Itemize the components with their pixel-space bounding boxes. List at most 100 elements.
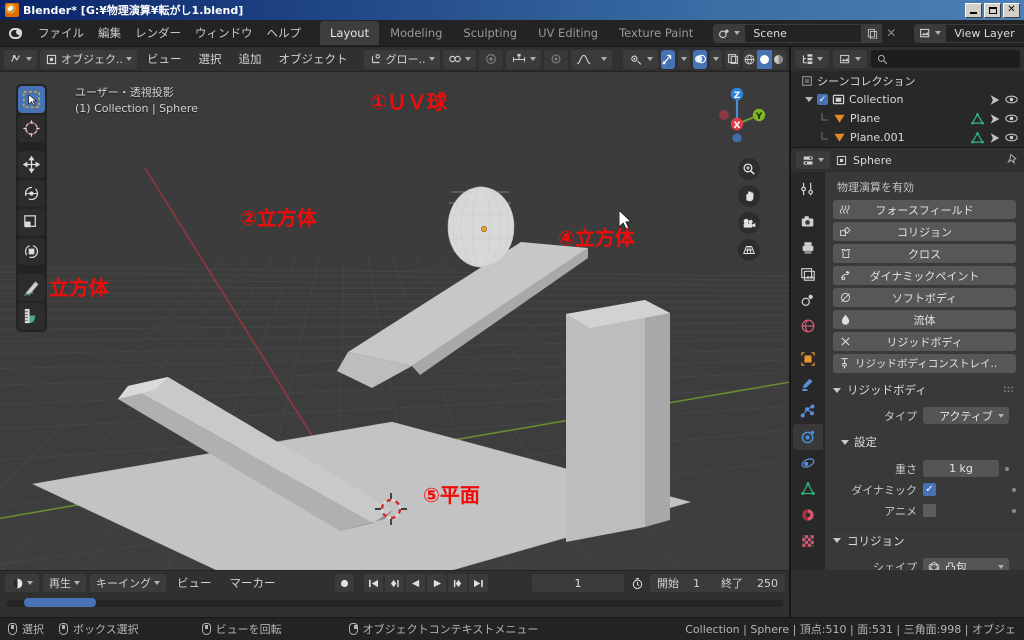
jump-to-next-keyframe-button[interactable] bbox=[448, 574, 467, 592]
physics-button-dynamic-paint[interactable]: ダイナミックペイント bbox=[833, 266, 1016, 285]
frame-range-fields[interactable]: 開始 1 終了 250 bbox=[650, 574, 785, 592]
tab-sculpting[interactable]: Sculpting bbox=[453, 21, 527, 45]
tab-scene[interactable] bbox=[793, 287, 823, 313]
maximize-button[interactable] bbox=[984, 2, 1001, 18]
timeline-scroll-thumb[interactable] bbox=[24, 598, 96, 607]
tab-object-data[interactable] bbox=[793, 476, 823, 502]
physics-button-cloth[interactable]: クロス bbox=[833, 244, 1016, 263]
zoom-icon[interactable] bbox=[738, 158, 760, 180]
outliner-editor-type-button[interactable] bbox=[795, 50, 829, 68]
tab-modeling[interactable]: Modeling bbox=[380, 21, 452, 45]
editor-type-button[interactable] bbox=[4, 49, 37, 69]
tab-material[interactable] bbox=[793, 502, 823, 528]
solid-shading-button[interactable] bbox=[757, 49, 772, 69]
pin-icon[interactable] bbox=[1006, 151, 1019, 170]
menu-help[interactable]: ヘルプ bbox=[260, 22, 309, 44]
scene-name-field[interactable]: Scene bbox=[744, 23, 863, 43]
physics-button-force-field[interactable]: フォースフィールド bbox=[833, 200, 1016, 219]
viewport-axis-gizmo[interactable]: Z Y X bbox=[706, 80, 768, 143]
plane-visibility-icon[interactable] bbox=[1005, 112, 1018, 125]
minimize-button[interactable] bbox=[965, 2, 982, 18]
timeline-editor-type-button[interactable] bbox=[5, 574, 39, 592]
snapping-dropdown[interactable] bbox=[442, 49, 476, 69]
outliner-display-mode-dropdown[interactable] bbox=[833, 50, 867, 68]
tab-physics[interactable] bbox=[793, 424, 823, 450]
menu-window[interactable]: ウィンドウ bbox=[188, 22, 260, 44]
tool-move[interactable] bbox=[18, 151, 45, 178]
animated-checkbox[interactable] bbox=[923, 504, 936, 517]
menu-render[interactable]: レンダー bbox=[128, 22, 188, 44]
play-button[interactable] bbox=[427, 574, 446, 592]
show-gizmo-toggle[interactable] bbox=[660, 49, 675, 69]
tool-select-box[interactable] bbox=[18, 86, 45, 113]
timeline-scrollbar[interactable] bbox=[0, 597, 790, 609]
material-preview-button[interactable] bbox=[771, 49, 787, 69]
tab-uv-editing[interactable]: UV Editing bbox=[528, 21, 608, 45]
tab-render[interactable] bbox=[793, 209, 823, 235]
jump-to-prev-keyframe-button[interactable] bbox=[385, 574, 404, 592]
snap-target-dropdown[interactable] bbox=[505, 49, 541, 69]
physics-button-collision[interactable]: コリジョン bbox=[833, 222, 1016, 241]
properties-editor-type-button[interactable] bbox=[796, 151, 830, 169]
collection-visibility-icon[interactable] bbox=[1005, 93, 1018, 106]
proportional-editing-toggle[interactable] bbox=[478, 49, 503, 69]
play-reverse-button[interactable] bbox=[406, 574, 425, 592]
tab-world[interactable] bbox=[793, 313, 823, 339]
collision-panel-header[interactable]: コリジョン bbox=[825, 529, 1024, 551]
collection-checkbox[interactable]: ✓ bbox=[817, 94, 828, 105]
plane-001-visibility-icon[interactable] bbox=[1005, 131, 1018, 144]
view-layer-icon[interactable] bbox=[914, 23, 946, 43]
tool-annotate[interactable] bbox=[18, 274, 45, 301]
expand-triangle-icon[interactable] bbox=[805, 97, 813, 102]
mass-animate-dot[interactable] bbox=[1005, 466, 1009, 471]
viewport-menu-view[interactable]: ビュー bbox=[140, 48, 189, 70]
pan-hand-icon[interactable] bbox=[738, 185, 760, 207]
tab-texture-paint[interactable]: Texture Paint bbox=[609, 21, 703, 45]
falloff-curve-dropdown[interactable] bbox=[570, 49, 612, 69]
ortho-perspective-icon[interactable] bbox=[738, 239, 760, 261]
dynamic-checkbox[interactable]: ✓ bbox=[923, 483, 936, 496]
rigid-body-type-dropdown[interactable]: アクティブ bbox=[923, 407, 1009, 424]
viewport-menu-object[interactable]: オブジェクト bbox=[272, 48, 355, 70]
object-mode-dropdown[interactable]: オブジェク.. bbox=[40, 49, 137, 69]
tab-modifiers[interactable] bbox=[793, 372, 823, 398]
proportional-falloff-button[interactable] bbox=[543, 49, 568, 69]
outliner-row-plane[interactable]: Plane bbox=[791, 109, 1024, 128]
menu-edit[interactable]: 編集 bbox=[91, 22, 128, 44]
timeline-menu-marker[interactable]: マーカー bbox=[223, 575, 283, 591]
physics-button-rigid-body[interactable]: リジッドボディ bbox=[833, 332, 1016, 351]
gizmo-options-dropdown[interactable] bbox=[677, 49, 690, 69]
new-scene-button[interactable] bbox=[862, 23, 883, 43]
wireframe-shading-button[interactable] bbox=[742, 49, 758, 69]
blender-logo-icon[interactable] bbox=[8, 25, 25, 42]
viewport-menu-select[interactable]: 選択 bbox=[192, 48, 229, 70]
plane-001-mesh-data-icon[interactable] bbox=[971, 131, 984, 144]
tool-measure[interactable] bbox=[18, 303, 45, 330]
tool-rotate[interactable] bbox=[18, 180, 45, 207]
tab-constraints[interactable] bbox=[793, 450, 823, 476]
view-layer-name-field[interactable]: View Layer bbox=[945, 23, 1024, 43]
xray-toggle[interactable] bbox=[725, 49, 740, 69]
menu-file[interactable]: ファイル bbox=[31, 22, 91, 44]
settings-subpanel-header[interactable]: 設定 bbox=[825, 432, 1024, 452]
close-button[interactable]: ✕ bbox=[1003, 2, 1020, 18]
shape-dropdown[interactable]: 凸包 bbox=[923, 558, 1009, 570]
mass-field[interactable]: 1 kg bbox=[923, 460, 999, 477]
plane-mesh-data-icon[interactable] bbox=[971, 112, 984, 125]
animated-animate-dot[interactable] bbox=[1012, 508, 1016, 513]
keying-dropdown[interactable]: キーイング bbox=[90, 574, 166, 592]
outliner-row-collection[interactable]: ✓ Collection bbox=[791, 90, 1024, 109]
remove-scene-button[interactable]: ✕ bbox=[882, 24, 900, 43]
viewport-menu-add[interactable]: 追加 bbox=[232, 48, 269, 70]
overlay-options-dropdown[interactable] bbox=[710, 49, 723, 69]
outliner-row-scene-collection[interactable]: シーンコレクション bbox=[791, 71, 1024, 90]
3d-viewport[interactable]: ユーザー・透視投影 (1) Collection | Sphere ①ＵＶ球 ②… bbox=[0, 72, 790, 570]
panel-drag-handle-icon[interactable] bbox=[1003, 383, 1016, 397]
tool-scale[interactable] bbox=[18, 209, 45, 236]
collection-selectable-icon[interactable] bbox=[988, 93, 1001, 106]
physics-button-rigid-body-constraint[interactable]: リジッドボディコンストレイ.. bbox=[833, 354, 1016, 373]
outliner-search-input[interactable] bbox=[871, 50, 1020, 68]
tab-layout[interactable]: Layout bbox=[320, 21, 380, 45]
tab-output[interactable] bbox=[793, 235, 823, 261]
tab-particles[interactable] bbox=[793, 398, 823, 424]
